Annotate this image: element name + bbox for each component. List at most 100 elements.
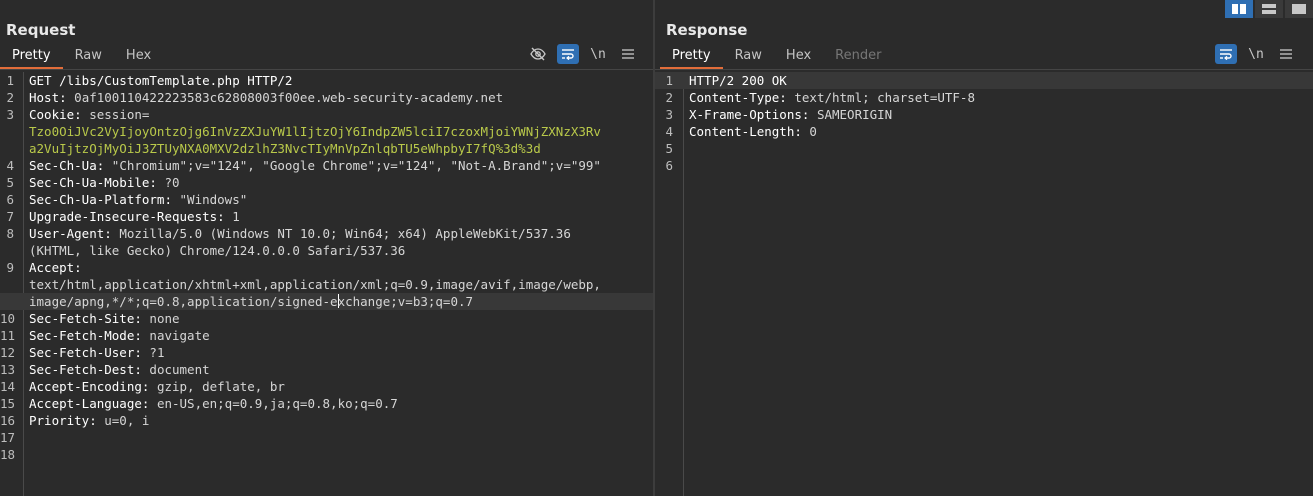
single-pane-icon[interactable] (1285, 0, 1313, 18)
response-panel: Response Pretty Raw Hex Render \n 1 HTTP/… (655, 0, 1313, 496)
response-toolbar: \n (1215, 44, 1297, 64)
code-line: 16 Priority: u=0, i (0, 412, 653, 429)
request-editor[interactable]: 1 GET /libs/CustomTemplate.php HTTP/2 2 Hos… (0, 72, 653, 496)
line-number: 9 (6, 260, 14, 275)
code-text: image/apng,*/*;q=0.8,application/signed-… (29, 293, 473, 310)
line-number: 4 (6, 158, 14, 173)
code-line: image/apng,*/*;q=0.8,application/signed-… (0, 293, 653, 310)
response-tab-render[interactable]: Render (823, 45, 893, 67)
header-value: 1 (224, 209, 240, 224)
header-name: Sec-Ch-Ua: (29, 158, 105, 173)
request-tab-raw[interactable]: Raw (63, 45, 114, 67)
code-text: Sec-Ch-Ua-Mobile: ?0 (29, 174, 180, 191)
code-text: Sec-Fetch-Mode: navigate (29, 327, 210, 344)
request-tab-hex[interactable]: Hex (114, 45, 163, 67)
response-tab-hex[interactable]: Hex (774, 45, 823, 67)
line-number: 3 (6, 107, 14, 122)
header-name: Sec-Fetch-User: (29, 345, 142, 360)
wrap-icon[interactable] (557, 44, 579, 64)
line-number: 8 (6, 226, 14, 241)
cookie-value: a2VuIjtzOjMyOiJ3ZTUyNXA0MXV2dzlhZ3NvcTIy… (29, 141, 541, 156)
line-number: 11 (0, 328, 16, 343)
header-name: Sec-Fetch-Site: (29, 311, 142, 326)
request-toolbar: \n (527, 44, 639, 64)
request-tab-pretty[interactable]: Pretty (0, 45, 63, 69)
code-line: 11 Sec-Fetch-Mode: navigate (0, 327, 653, 344)
code-text: Host: 0af100110422223583c62808003f00ee.w… (29, 89, 503, 106)
header-value: none (141, 311, 180, 326)
code-text: Sec-Ch-Ua-Platform: "Windows" (29, 191, 247, 208)
line-number: 1 (6, 73, 14, 88)
code-line: 14 Accept-Encoding: gzip, deflate, br (0, 378, 653, 395)
request-tab-divider (0, 69, 653, 70)
header-value: text/html; charset=UTF-8 (786, 90, 975, 105)
code-line: 1 GET /libs/CustomTemplate.php HTTP/2 (0, 72, 653, 89)
code-line: 17 (0, 429, 653, 446)
header-name: Host: (29, 90, 67, 105)
code-line: 3 Cookie: session= (0, 106, 653, 123)
response-title: Response (666, 21, 748, 39)
code-text: Upgrade-Insecure-Requests: 1 (29, 208, 240, 225)
wrap-icon[interactable] (1215, 44, 1237, 64)
line-number: 6 (665, 158, 673, 173)
line-number: 17 (0, 430, 16, 445)
response-tab-divider (655, 69, 1313, 70)
code-line: 3 X-Frame-Options: SAMEORIGIN (655, 106, 1313, 123)
line-number: 12 (0, 345, 16, 360)
code-line: text/html,application/xhtml+xml,applicat… (0, 276, 653, 293)
code-line: 6 (655, 157, 1313, 174)
code-text: Accept-Language: en-US,en;q=0.9,ja;q=0.8… (29, 395, 398, 412)
header-value: session= (81, 107, 150, 122)
code-text: a2VuIjtzOjMyOiJ3ZTUyNXA0MXV2dzlhZ3NvcTIy… (29, 140, 541, 157)
hamburger-icon[interactable] (617, 44, 639, 64)
request-lines: 1 GET /libs/CustomTemplate.php HTTP/2 2 Hos… (0, 72, 653, 463)
header-value: en-US,en;q=0.9,ja;q=0.8,ko;q=0.7 (149, 396, 398, 411)
code-line: 5 (655, 140, 1313, 157)
line-number: 4 (665, 124, 673, 139)
header-value: "Windows" (172, 192, 248, 207)
line-number: 5 (665, 141, 673, 156)
code-line: 8 User-Agent: Mozilla/5.0 (Windows NT 10.… (0, 225, 653, 242)
eye-off-icon[interactable] (527, 44, 549, 64)
stacked-icon[interactable] (1255, 0, 1283, 18)
hamburger-icon[interactable] (1275, 44, 1297, 64)
header-name: Sec-Ch-Ua-Platform: (29, 192, 172, 207)
header-value: document (141, 362, 210, 377)
response-lines: 1 HTTP/2 200 OK 2 Content-Type: text/html; … (655, 72, 1313, 174)
code-line: 10 Sec-Fetch-Site: none (0, 310, 653, 327)
response-tab-raw[interactable]: Raw (723, 45, 774, 67)
header-name: Accept-Encoding: (29, 379, 150, 394)
response-editor[interactable]: 1 HTTP/2 200 OK 2 Content-Type: text/html; … (655, 72, 1313, 496)
header-name: Upgrade-Insecure-Requests: (29, 209, 225, 224)
code-line: Tzo0OiJVc2VyIjoyOntzOjg6InVzZXJuYW1lIjtz… (0, 123, 653, 140)
side-by-side-icon[interactable] (1225, 0, 1253, 18)
response-tab-pretty[interactable]: Pretty (660, 45, 723, 69)
code-text: User-Agent: Mozilla/5.0 (Windows NT 10.0… (29, 225, 571, 242)
line-number: 2 (6, 90, 14, 105)
line-number: 2 (665, 90, 673, 105)
code-line: 4 Sec-Ch-Ua: "Chromium";v="124", "Google … (0, 157, 653, 174)
cookie-value: Tzo0OiJVc2VyIjoyOntzOjg6InVzZXJuYW1lIjtz… (29, 124, 601, 139)
newline-toggle[interactable]: \n (587, 44, 609, 64)
line-number: 7 (6, 209, 14, 224)
header-name: Sec-Fetch-Dest: (29, 362, 142, 377)
header-value: image/apng,*/*;q=0.8,application/signed-… (29, 294, 338, 309)
code-line: 13 Sec-Fetch-Dest: document (0, 361, 653, 378)
code-line: 9 Accept: (0, 259, 653, 276)
header-value: 0 (801, 124, 817, 139)
line-number: 18 (0, 447, 16, 462)
header-value: xchange;v=b3;q=0.7 (337, 294, 474, 309)
code-text: Sec-Fetch-User: ?1 (29, 344, 164, 361)
header-value: text/html,application/xhtml+xml,applicat… (29, 277, 601, 292)
code-line: 15 Accept-Language: en-US,en;q=0.9,ja;q=0… (0, 395, 653, 412)
code-text: Content-Type: text/html; charset=UTF-8 (689, 89, 975, 106)
request-title: Request (6, 21, 76, 39)
code-line: 7 Upgrade-Insecure-Requests: 1 (0, 208, 653, 225)
newline-toggle[interactable]: \n (1245, 44, 1267, 64)
header-name: Accept: (29, 260, 82, 275)
header-value: ?1 (141, 345, 165, 360)
code-text: Cookie: session= (29, 106, 149, 123)
layout-switch (1225, 0, 1313, 18)
line-number: 14 (0, 379, 16, 394)
line-number: 1 (665, 73, 673, 88)
